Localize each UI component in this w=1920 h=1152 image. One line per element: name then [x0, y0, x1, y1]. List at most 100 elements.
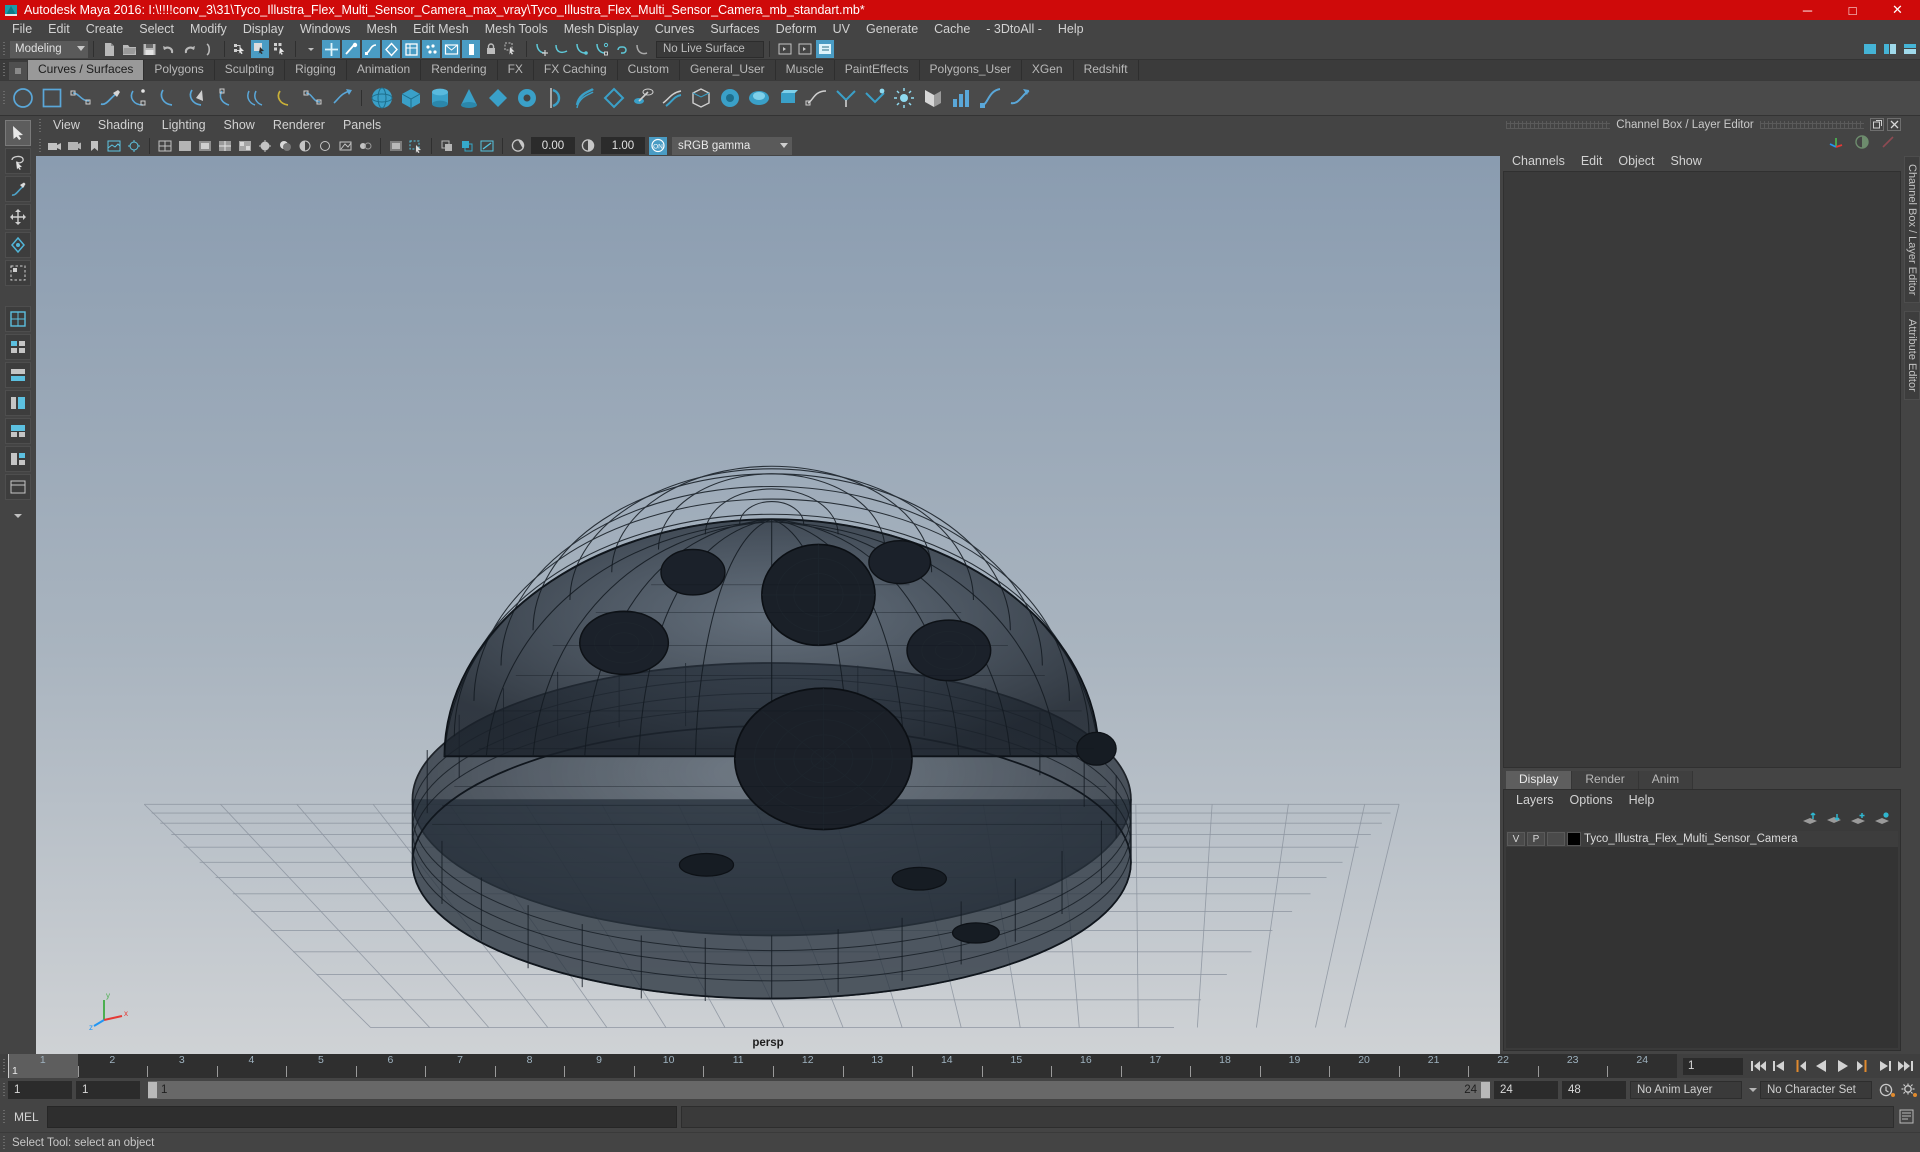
align-curves-icon[interactable]: [298, 83, 327, 113]
open-scene-icon[interactable]: [120, 40, 138, 58]
nurbs-cylinder-icon[interactable]: [425, 83, 454, 113]
select-tool-icon[interactable]: [5, 120, 31, 146]
menu-mesh-display[interactable]: Mesh Display: [556, 20, 647, 39]
gamma-reset-icon[interactable]: [458, 137, 476, 155]
trim-tool-icon[interactable]: [831, 83, 860, 113]
extrude-icon[interactable]: [628, 83, 657, 113]
nurbs-sphere-icon[interactable]: [367, 83, 396, 113]
select-by-hierarchy-icon[interactable]: [231, 40, 249, 58]
select-handle-icon[interactable]: [322, 40, 340, 58]
shelf-tab-curves-surfaces[interactable]: Curves / Surfaces: [28, 60, 145, 80]
side-tab-channel-box[interactable]: Channel Box / Layer Editor: [1904, 156, 1920, 304]
two-sided-lighting-icon[interactable]: [125, 137, 143, 155]
motion-blur-icon[interactable]: [316, 137, 334, 155]
viewport-grip[interactable]: [36, 116, 44, 135]
new-layer-icon[interactable]: [1850, 812, 1866, 826]
range-end-handle[interactable]: [1481, 1082, 1490, 1098]
live-surface-field[interactable]: No Live Surface: [656, 40, 764, 58]
shelf-menu-icon[interactable]: [9, 62, 27, 80]
make-live-icon[interactable]: [633, 40, 651, 58]
cv-curve-tool-icon[interactable]: [66, 83, 95, 113]
channelbox-menu-channels[interactable]: Channels: [1504, 154, 1573, 168]
revolve-icon[interactable]: [541, 83, 570, 113]
shelf-tab-fx[interactable]: FX: [497, 60, 534, 80]
pencil-curve-tool-icon[interactable]: [95, 83, 124, 113]
command-output-field[interactable]: [680, 1106, 1894, 1128]
color-management-selector[interactable]: sRGB gamma: [672, 136, 792, 155]
gamma-icon[interactable]: [579, 137, 597, 155]
side-tab-attribute-editor[interactable]: Attribute Editor: [1904, 311, 1920, 401]
layer-menu-options[interactable]: Options: [1562, 793, 1621, 807]
undock-panel-button[interactable]: [1870, 118, 1885, 131]
use-all-lights-icon[interactable]: [256, 137, 274, 155]
character-set-selector[interactable]: No Character Set: [1760, 1081, 1872, 1099]
screen-space-ao-icon[interactable]: [296, 137, 314, 155]
open-hypergraph-icon[interactable]: [796, 40, 814, 58]
save-scene-icon[interactable]: [140, 40, 158, 58]
go-to-end-icon[interactable]: [1896, 1057, 1914, 1075]
boundary-icon[interactable]: [686, 83, 715, 113]
viewport-menu-renderer[interactable]: Renderer: [264, 116, 334, 135]
range-slider[interactable]: 1 24: [148, 1081, 1490, 1099]
workspace-icon-2[interactable]: [1881, 40, 1899, 58]
playblast-icon[interactable]: [65, 137, 83, 155]
layer-row[interactable]: V P Tyco_Illustra_Flex_Multi_Sensor_Came…: [1506, 831, 1898, 847]
close-panel-button[interactable]: [1887, 118, 1902, 131]
menu-curves[interactable]: Curves: [647, 20, 703, 39]
menu-edit-mesh[interactable]: Edit Mesh: [405, 20, 477, 39]
step-back-frame-icon[interactable]: [1791, 1057, 1809, 1075]
relationship-editor-layout-icon[interactable]: [5, 474, 31, 500]
close-button[interactable]: ✕: [1875, 0, 1920, 20]
menu-display[interactable]: Display: [235, 20, 292, 39]
playback-end-field[interactable]: 24: [1494, 1081, 1558, 1099]
menu-file[interactable]: File: [4, 20, 40, 39]
shelf-tab-painteffects[interactable]: PaintEffects: [834, 60, 920, 80]
nurbs-circle-icon[interactable]: [8, 83, 37, 113]
play-backwards-icon[interactable]: [1812, 1057, 1830, 1075]
nurbs-cube-icon[interactable]: [396, 83, 425, 113]
shelf-tab-rendering[interactable]: Rendering: [421, 60, 498, 80]
toolbar-grip[interactable]: [0, 39, 8, 59]
command-line-grip[interactable]: [0, 1102, 8, 1132]
rotate-tool-icon[interactable]: [5, 232, 31, 258]
snap-to-curve-icon[interactable]: [553, 40, 571, 58]
snap-to-point-icon[interactable]: [573, 40, 591, 58]
minimize-button[interactable]: ─: [1785, 0, 1830, 20]
move-layer-down-icon[interactable]: [1826, 812, 1842, 826]
layer-menu-layers[interactable]: Layers: [1508, 793, 1562, 807]
layer-playback-toggle[interactable]: P: [1527, 832, 1545, 846]
attach-curves-icon[interactable]: [240, 83, 269, 113]
select-misc-icon[interactable]: [462, 40, 480, 58]
script-editor-icon[interactable]: [1898, 1108, 1916, 1126]
command-language-label[interactable]: MEL: [8, 1110, 47, 1124]
channelbox-menu-show[interactable]: Show: [1663, 154, 1710, 168]
exposure-reset-icon[interactable]: [438, 137, 456, 155]
nurbs-square-icon[interactable]: [37, 83, 66, 113]
menu-uv[interactable]: UV: [825, 20, 858, 39]
project-curve-icon[interactable]: [889, 83, 918, 113]
shelf-tab-muscle[interactable]: Muscle: [775, 60, 835, 80]
menu-mesh-tools[interactable]: Mesh Tools: [477, 20, 556, 39]
menu-deform[interactable]: Deform: [768, 20, 825, 39]
viewport-menu-view[interactable]: View: [44, 116, 89, 135]
curve-edit-tool-icon[interactable]: [211, 83, 240, 113]
menu-windows[interactable]: Windows: [292, 20, 359, 39]
birail-icon[interactable]: [657, 83, 686, 113]
shelf-tab-redshift[interactable]: Redshift: [1073, 60, 1139, 80]
help-line-grip[interactable]: [0, 1133, 8, 1152]
maximize-button[interactable]: □: [1830, 0, 1875, 20]
animation-preferences-icon[interactable]: [1898, 1081, 1920, 1099]
range-grip[interactable]: [0, 1078, 8, 1102]
workspace-icon-3[interactable]: [1901, 40, 1919, 58]
untrim-surfaces-icon[interactable]: [860, 83, 889, 113]
channel-box-content[interactable]: [1503, 171, 1901, 768]
anim-layer-selector[interactable]: No Anim Layer: [1630, 1081, 1742, 1099]
select-deformations-icon[interactable]: [402, 40, 420, 58]
lasso-tool-icon[interactable]: [5, 148, 31, 174]
depth-of-field-icon[interactable]: [356, 137, 374, 155]
menu-3dtoall[interactable]: - 3DtoAll -: [978, 20, 1050, 39]
select-camera-icon[interactable]: [45, 137, 63, 155]
menu-create[interactable]: Create: [78, 20, 132, 39]
layer-tab-anim[interactable]: Anim: [1638, 771, 1694, 789]
add-points-tool-icon[interactable]: [182, 83, 211, 113]
